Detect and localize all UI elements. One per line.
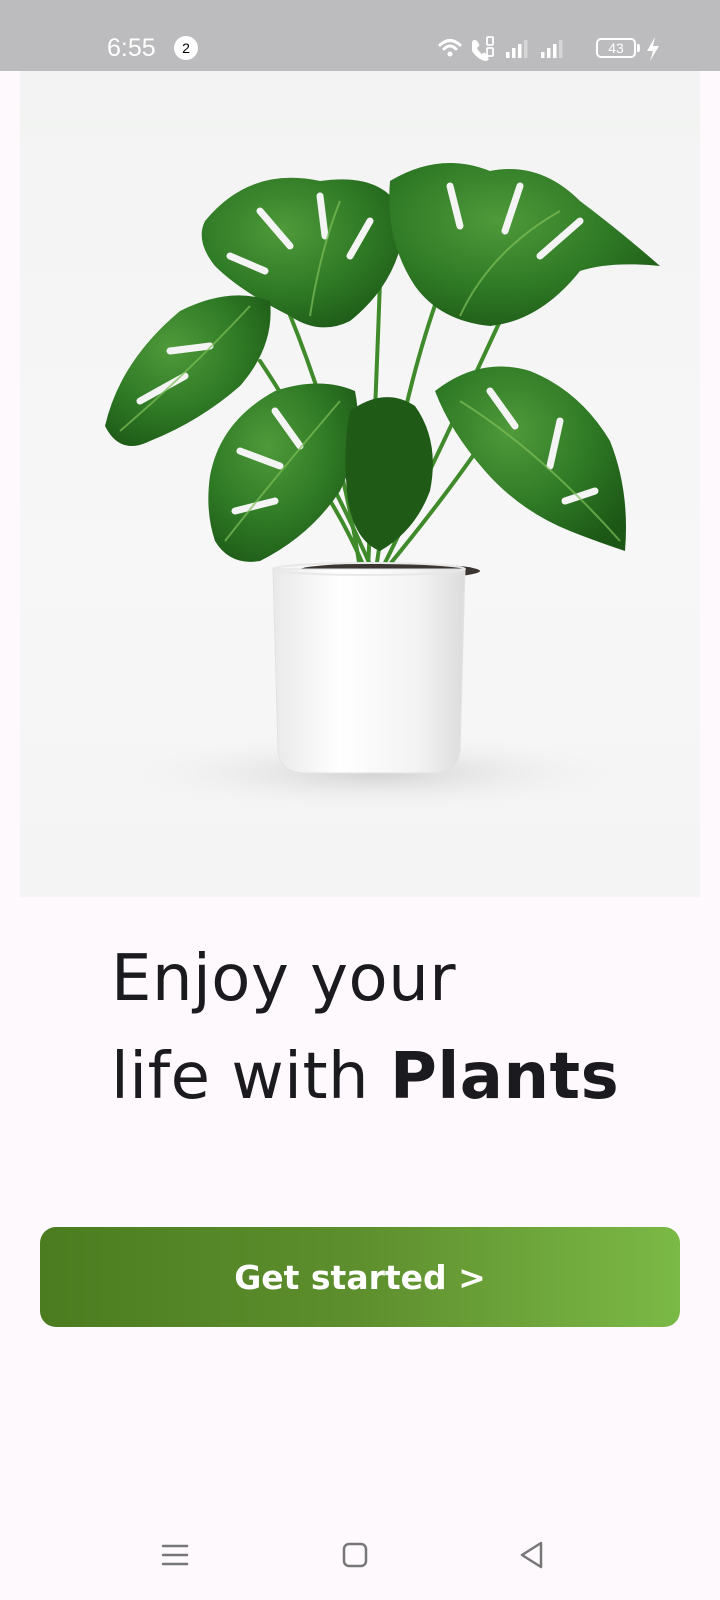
headline-line-1: Enjoy your bbox=[111, 942, 457, 1016]
headline: Enjoy your life with Plants bbox=[111, 930, 619, 1126]
headline-line-2-regular: life with bbox=[111, 1040, 370, 1114]
hero-plant-image bbox=[20, 71, 700, 897]
signal-sim1-icon bbox=[506, 40, 528, 58]
wifi-icon bbox=[438, 39, 462, 57]
headline-emphasis: Plants bbox=[389, 1040, 620, 1114]
monstera-plant-illustration bbox=[105, 163, 660, 813]
status-icons bbox=[438, 36, 563, 61]
back-icon[interactable] bbox=[517, 1540, 547, 1570]
home-icon[interactable] bbox=[340, 1540, 370, 1570]
battery-icon: 43 bbox=[596, 38, 636, 58]
wifi-calling-icon bbox=[472, 36, 494, 61]
status-time: 6:55 bbox=[107, 34, 156, 62]
signal-sim2-icon bbox=[541, 40, 563, 58]
charging-icon bbox=[647, 37, 659, 61]
battery-tip bbox=[637, 44, 640, 52]
menu-icon[interactable] bbox=[160, 1540, 190, 1570]
headline-line-2: life with Plants bbox=[111, 1028, 619, 1126]
get-started-label: Get started > bbox=[234, 1257, 486, 1297]
get-started-button[interactable]: Get started > bbox=[40, 1227, 680, 1327]
battery-level: 43 bbox=[608, 40, 624, 56]
status-bar: 6:55 2 43 bbox=[0, 0, 720, 71]
notification-count-badge: 2 bbox=[174, 36, 198, 60]
